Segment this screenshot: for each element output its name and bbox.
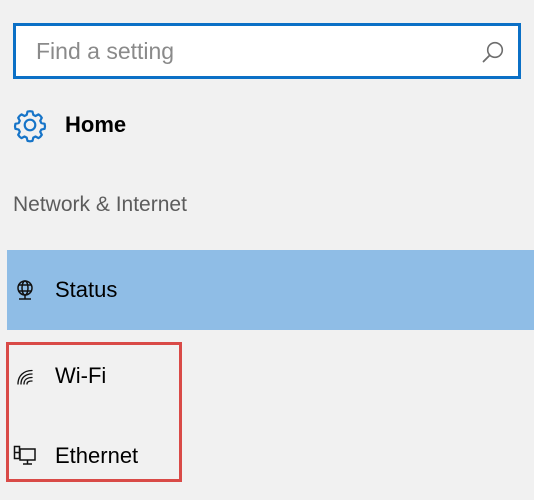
- nav-item-label: Wi-Fi: [55, 363, 107, 388]
- home-nav-item[interactable]: Home: [12, 100, 312, 150]
- search-icon[interactable]: [479, 39, 507, 67]
- globe-icon: [17, 280, 33, 300]
- section-title: Network & Internet: [13, 193, 187, 216]
- nav-item-wi-fi[interactable]: Wi-Fi: [7, 336, 534, 416]
- nav-item-label: Status: [55, 277, 118, 302]
- nav-item-status[interactable]: Status: [7, 250, 534, 330]
- wifi-icon: [17, 369, 33, 385]
- settings-panel: Home Network & Internet Status Wi-Fi: [0, 0, 534, 500]
- nav-item-ethernet[interactable]: Ethernet: [7, 416, 534, 496]
- ethernet-icon: [13, 445, 36, 465]
- home-label: Home: [65, 112, 127, 137]
- gear-icon: [13, 110, 47, 143]
- nav-item-label: Ethernet: [55, 443, 139, 468]
- search-input[interactable]: [16, 26, 518, 76]
- search-box[interactable]: [13, 23, 521, 79]
